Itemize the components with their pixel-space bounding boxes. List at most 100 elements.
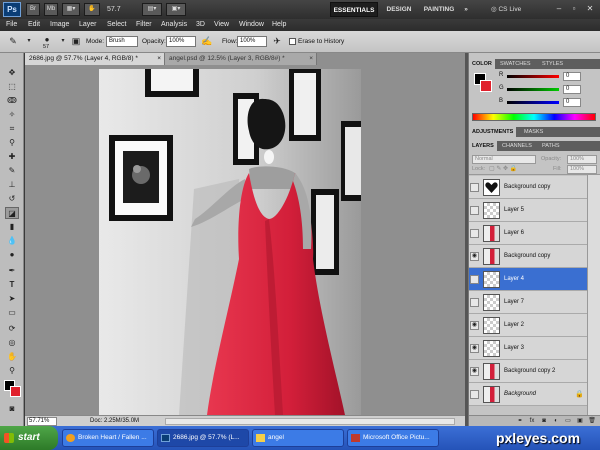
menu-view[interactable]: View <box>214 19 229 31</box>
eyedropper-tool-icon[interactable]: ⚲ <box>5 137 19 149</box>
menu-analysis[interactable]: Analysis <box>161 19 187 31</box>
tab-adjustments[interactable]: ADJUSTMENTS <box>469 127 517 137</box>
flow-input[interactable]: 100% <box>237 36 267 47</box>
layers-scrollbar[interactable] <box>587 175 600 415</box>
arrange-documents-button[interactable]: ▤▾ <box>142 3 162 16</box>
eye-icon[interactable] <box>470 206 479 215</box>
tab-document-angel[interactable]: angel.psd @ 12.5% (Layer 3, RGB/8#) * × <box>165 53 317 65</box>
quick-select-tool-icon[interactable]: ✧ <box>5 109 19 121</box>
healing-brush-tool-icon[interactable]: ✚ <box>5 151 19 163</box>
layer-thumbnail[interactable] <box>483 225 500 242</box>
color-spectrum-bar[interactable] <box>472 113 596 121</box>
menu-edit[interactable]: Edit <box>28 19 40 31</box>
hand-zoom-icon[interactable]: ✋ <box>84 3 100 16</box>
zoom-tool-icon[interactable]: ⚲ <box>5 365 19 377</box>
tab-close-icon[interactable]: × <box>157 53 161 65</box>
airbrush-icon[interactable]: ✈ <box>270 35 284 48</box>
eraser-tool-icon[interactable]: ◪ <box>5 207 19 219</box>
taskbar-item-folder[interactable]: angel <box>252 429 344 447</box>
minimize-button[interactable]: – <box>553 3 565 15</box>
menu-select[interactable]: Select <box>107 19 126 31</box>
eye-icon[interactable] <box>470 298 479 307</box>
add-mask-icon[interactable]: ◙ <box>539 417 549 426</box>
menu-3d[interactable]: 3D <box>196 19 205 31</box>
layer-row[interactable]: ◉ Layer 3 <box>469 337 587 360</box>
layer-thumbnail[interactable] <box>483 248 500 265</box>
background-color-swatch[interactable] <box>10 386 21 397</box>
crop-tool-icon[interactable]: ⌗ <box>5 123 19 135</box>
channel-value-input[interactable]: 0 <box>563 72 581 81</box>
layer-thumbnail[interactable] <box>483 202 500 219</box>
shape-tool-icon[interactable]: ▭ <box>5 307 19 319</box>
path-select-tool-icon[interactable]: ➤ <box>5 293 19 305</box>
eye-icon[interactable]: ◉ <box>470 321 479 330</box>
brush-panel-icon[interactable]: ▣ <box>69 35 83 48</box>
tool-preset-dropdown-icon[interactable]: ▾ <box>22 35 36 48</box>
clone-stamp-tool-icon[interactable]: ⊥ <box>5 179 19 191</box>
slider-track[interactable] <box>507 75 559 78</box>
eye-icon[interactable] <box>470 183 479 192</box>
layer-row[interactable]: Background 🔒 <box>469 383 587 406</box>
layer-thumbnail[interactable] <box>483 340 500 357</box>
canvas-photo[interactable] <box>99 69 361 415</box>
brush-picker-dropdown-icon[interactable]: ▾ <box>56 35 70 48</box>
eye-icon[interactable]: ◉ <box>470 367 479 376</box>
blend-mode-select[interactable]: Normal <box>472 155 536 164</box>
layer-row[interactable]: Layer 7 <box>469 291 587 314</box>
new-layer-icon[interactable]: ▣ <box>575 417 585 426</box>
layer-row[interactable]: Layer 6 <box>469 222 587 245</box>
layer-thumbnail[interactable] <box>483 294 500 311</box>
tab-swatches[interactable]: SWATCHES <box>497 59 534 69</box>
status-zoom-input[interactable]: 57.71% <box>27 417 57 426</box>
brush-tip-icon[interactable]: ● <box>40 33 54 44</box>
menu-help[interactable]: Help <box>272 19 286 31</box>
layer-row[interactable]: ◉ Background copy <box>469 245 587 268</box>
history-brush-tool-icon[interactable]: ↺ <box>5 193 19 205</box>
pressure-opacity-icon[interactable]: ✍ <box>200 35 214 48</box>
brush-tool-icon[interactable]: ✎ <box>6 35 20 48</box>
layer-opacity-input[interactable]: 100% <box>567 155 597 164</box>
view-extras-button[interactable]: ▦▾ <box>62 3 80 16</box>
workspace-painting[interactable]: PAINTING <box>420 2 458 17</box>
3d-orbit-tool-icon[interactable]: ◎ <box>5 337 19 349</box>
layer-thumbnail[interactable] <box>483 363 500 380</box>
delete-layer-icon[interactable]: 🗑 <box>587 417 597 426</box>
layer-row[interactable]: Layer 4 <box>469 268 587 291</box>
channel-value-input[interactable]: 0 <box>563 85 581 94</box>
pen-tool-icon[interactable]: ✒ <box>5 265 19 277</box>
workspace-design[interactable]: DESIGN <box>382 2 416 17</box>
layer-row[interactable]: ◉ Background copy 2 <box>469 360 587 383</box>
lock-options-icon[interactable]: ▢ ✎ ✥ 🔒 <box>489 165 517 172</box>
blur-tool-icon[interactable]: 💧 <box>5 235 19 247</box>
menu-window[interactable]: Window <box>239 19 264 31</box>
move-tool-icon[interactable]: ✥ <box>5 67 19 79</box>
workspace-essentials[interactable]: ESSENTIALS <box>330 2 378 17</box>
channel-value-input[interactable]: 0 <box>563 98 581 107</box>
tab-layers[interactable]: LAYERS <box>469 141 497 151</box>
tab-color[interactable]: COLOR <box>469 59 495 69</box>
status-doc-size[interactable]: Doc: 2.25M/35.0M <box>90 418 139 424</box>
tab-document-2686[interactable]: 2686.jpg @ 57.7% (Layer 4, RGB/8) * × <box>25 53 165 65</box>
tab-channels[interactable]: CHANNELS <box>499 141 535 151</box>
eye-icon[interactable] <box>470 275 479 284</box>
layer-row[interactable]: Layer 5 <box>469 199 587 222</box>
start-button[interactable]: start <box>0 426 58 450</box>
menu-layer[interactable]: Layer <box>79 19 97 31</box>
taskbar-item-office-picture[interactable]: Microsoft Office Pictu... <box>347 429 439 447</box>
cs-live-button[interactable]: ◎ CS Live <box>491 3 533 16</box>
layer-thumbnail[interactable] <box>483 386 500 403</box>
layer-style-icon[interactable]: fx <box>527 417 537 426</box>
tab-masks[interactable]: MASKS <box>521 127 546 137</box>
fill-input[interactable]: 100% <box>567 165 597 174</box>
layer-row[interactable]: ◉ Layer 2 <box>469 314 587 337</box>
brush-tool-icon[interactable]: ✎ <box>5 165 19 177</box>
mini-bridge-button[interactable]: Mb <box>44 3 58 16</box>
lasso-tool-icon[interactable]: ↂ <box>5 95 19 107</box>
taskbar-item-photoshop[interactable]: 2686.jpg @ 57.7% (L... <box>157 429 249 447</box>
link-layers-icon[interactable]: ⚭ <box>515 417 525 426</box>
horizontal-scrollbar[interactable] <box>165 418 455 425</box>
hand-tool-icon[interactable]: ✋ <box>5 351 19 363</box>
mode-select[interactable]: Brush <box>106 36 138 47</box>
type-tool-icon[interactable]: T <box>5 279 19 291</box>
new-group-icon[interactable]: ▭ <box>563 417 573 426</box>
